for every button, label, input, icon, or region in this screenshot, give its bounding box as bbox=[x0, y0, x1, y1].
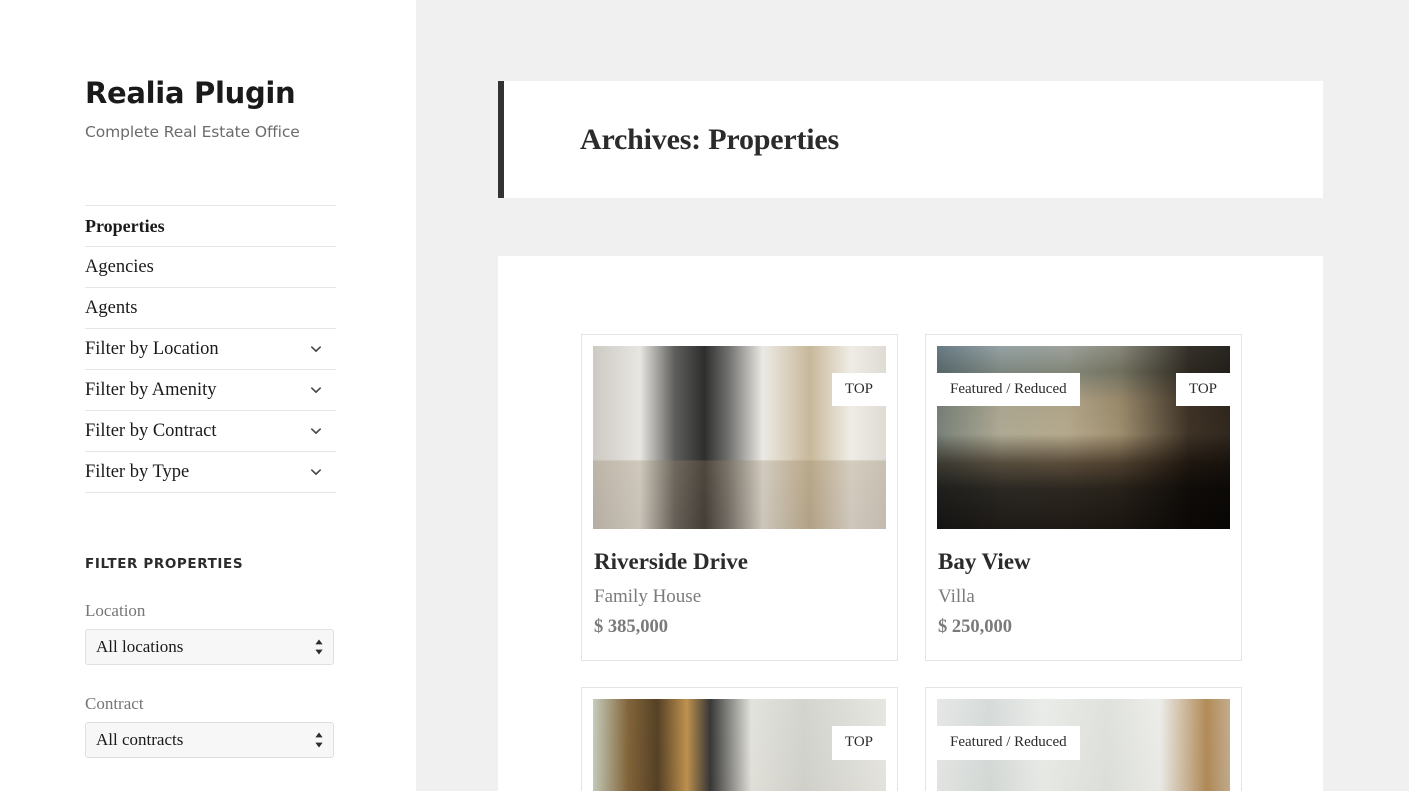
site-description: Complete Real Estate Office bbox=[85, 122, 300, 141]
badge-top[interactable]: TOP bbox=[1175, 373, 1230, 407]
location-select-wrapper: All locations bbox=[85, 628, 334, 665]
property-title[interactable]: Riverside Drive bbox=[594, 549, 886, 575]
sidebar-item-filter-by-location[interactable]: Filter by Location bbox=[85, 329, 336, 370]
main-navigation: Properties Agencies Agents Filter by Loc… bbox=[85, 204, 336, 493]
property-price: $ 250,000 bbox=[938, 617, 1012, 638]
filter-properties-widget: FILTER PROPERTIES Location All locations… bbox=[85, 556, 336, 758]
property-thumbnail[interactable]: TOP bbox=[593, 346, 886, 529]
sidebar-item-filter-by-contract[interactable]: Filter by Contract bbox=[85, 411, 336, 452]
location-select[interactable]: All locations bbox=[85, 628, 334, 665]
chevron-down-icon[interactable] bbox=[309, 383, 323, 397]
archive-page-header: Archives: Properties bbox=[498, 81, 1323, 198]
property-type: Family House bbox=[594, 586, 702, 608]
property-card-grid: TOP Riverside Drive Family House $ 385,0… bbox=[498, 334, 1323, 791]
badge-featured-reduced[interactable]: Featured / Reduced bbox=[937, 726, 1080, 760]
property-card-body: Riverside Drive Family House $ 385,000 bbox=[593, 529, 886, 660]
property-thumbnail[interactable]: Featured / Reduced TOP bbox=[937, 346, 1230, 529]
property-thumbnail[interactable]: TOP bbox=[593, 699, 886, 791]
sidebar-item-agencies[interactable]: Agencies bbox=[85, 247, 336, 288]
sidebar-item-label: Filter by Type bbox=[85, 461, 190, 482]
contract-select[interactable]: All contracts bbox=[85, 721, 334, 758]
property-title[interactable]: Bay View bbox=[938, 549, 1230, 575]
property-price: $ 385,000 bbox=[594, 617, 668, 638]
main-content: Archives: Properties TOP Riverside Drive… bbox=[416, 0, 1409, 791]
property-thumbnail[interactable]: Featured / Reduced bbox=[937, 699, 1230, 791]
chevron-down-icon[interactable] bbox=[309, 424, 323, 438]
properties-panel: TOP Riverside Drive Family House $ 385,0… bbox=[498, 256, 1323, 791]
sidebar-item-label: Properties bbox=[85, 215, 165, 236]
badge-top[interactable]: TOP bbox=[831, 373, 886, 407]
sidebar-item-filter-by-type[interactable]: Filter by Type bbox=[85, 452, 336, 493]
property-card[interactable]: TOP Riverside Drive Family House $ 385,0… bbox=[581, 334, 898, 662]
contract-filter-field: Contract All contracts bbox=[85, 694, 336, 758]
property-card[interactable]: Featured / Reduced bbox=[925, 687, 1242, 791]
sidebar-item-label: Filter by Contract bbox=[85, 420, 217, 441]
contract-select-wrapper: All contracts bbox=[85, 721, 334, 758]
page-root: Realia Plugin Complete Real Estate Offic… bbox=[0, 0, 1409, 791]
chevron-down-icon[interactable] bbox=[309, 465, 323, 479]
site-title[interactable]: Realia Plugin bbox=[85, 76, 416, 111]
sidebar-item-label: Filter by Location bbox=[85, 338, 219, 359]
property-card[interactable]: Featured / Reduced TOP Bay View Villa $ … bbox=[925, 334, 1242, 662]
contract-filter-label: Contract bbox=[85, 693, 144, 713]
badge-featured-reduced[interactable]: Featured / Reduced bbox=[937, 373, 1080, 407]
sidebar-item-agents[interactable]: Agents bbox=[85, 288, 336, 329]
property-card[interactable]: TOP bbox=[581, 687, 898, 791]
property-card-body: Bay View Villa $ 250,000 bbox=[937, 529, 1230, 660]
badge-top[interactable]: TOP bbox=[831, 726, 886, 760]
sidebar-item-filter-by-amenity[interactable]: Filter by Amenity bbox=[85, 370, 336, 411]
sidebar-item-label: Agencies bbox=[85, 256, 154, 277]
sidebar-item-label: Agents bbox=[85, 297, 138, 318]
sidebar-item-properties[interactable]: Properties bbox=[85, 206, 336, 247]
sidebar: Realia Plugin Complete Real Estate Offic… bbox=[0, 0, 416, 791]
location-filter-field: Location All locations bbox=[85, 601, 336, 665]
property-type: Villa bbox=[938, 586, 975, 608]
chevron-down-icon[interactable] bbox=[309, 342, 323, 356]
location-filter-label: Location bbox=[85, 600, 146, 620]
page-title: Archives: Properties bbox=[580, 122, 839, 156]
widget-title: FILTER PROPERTIES bbox=[85, 555, 244, 572]
sidebar-item-label: Filter by Amenity bbox=[85, 379, 217, 400]
